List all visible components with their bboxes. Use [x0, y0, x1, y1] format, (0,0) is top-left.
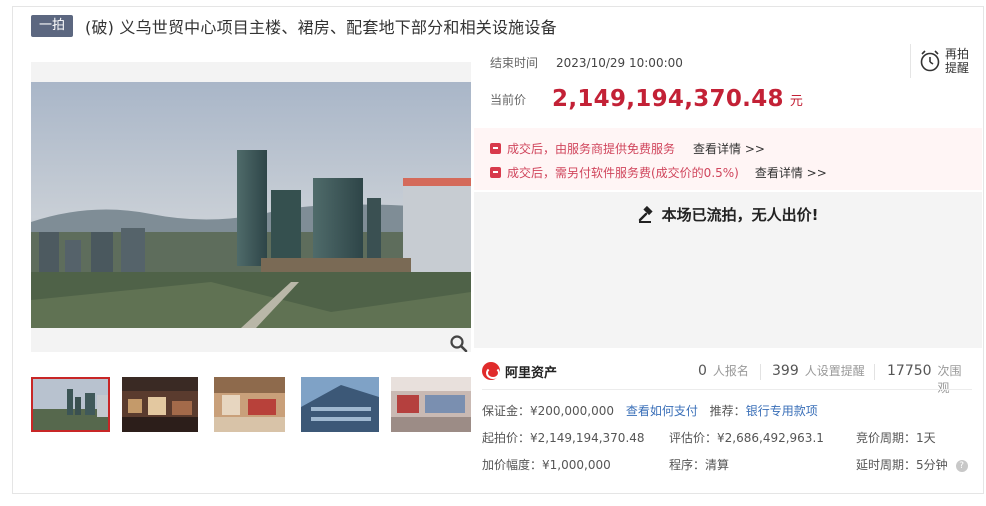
procedure-row: 程序：清算	[669, 456, 729, 473]
appraisal-value: ¥2,686,492,963.1	[717, 431, 824, 445]
delay-label: 延时周期：	[856, 458, 917, 472]
service-notice: 成交后，由服务商提供免费服务 查看详情 >> 成交后，需另付软件服务费(成交价的…	[474, 128, 982, 190]
deposit-label: 保证金：	[482, 404, 531, 418]
current-price: 2,149,194,370.48	[552, 86, 784, 112]
cycle-label: 竞价周期：	[856, 431, 917, 445]
alarm-clock-icon	[920, 50, 940, 72]
deposit-row: 保证金：¥200,000,000 查看如何支付 推荐：银行专用款项	[482, 402, 818, 419]
divider	[760, 364, 761, 380]
platform-row: 阿里资产 0 人报名 399 人设置提醒 17750 次围观	[482, 356, 972, 395]
reminder-count: 399 人设置提醒	[772, 363, 865, 379]
divider-line	[482, 389, 972, 390]
end-time-label: 结束时间	[490, 56, 539, 70]
help-icon[interactable]: ?	[955, 459, 968, 472]
view-count: 17750 次围观	[887, 363, 962, 395]
increment-value: ¥1,000,000	[542, 458, 611, 472]
notice-link-1[interactable]: 查看详情 >>	[693, 140, 765, 157]
procedure-label: 程序：	[669, 458, 706, 472]
remind-button[interactable]: 再拍提醒	[910, 44, 974, 78]
start-price-value: ¥2,149,194,370.48	[530, 431, 645, 445]
deposit-value: ¥200,000,000	[530, 404, 614, 418]
thumbnail-4[interactable]	[301, 377, 379, 432]
currency-unit: 元	[789, 93, 803, 109]
thumbnail-5[interactable]	[391, 377, 471, 432]
cycle-row: 竞价周期：1天	[856, 429, 936, 446]
end-time-value: 2023/10/29 10:00:00	[556, 55, 683, 70]
platform-name: 阿里资产	[505, 365, 558, 381]
delay-row: 延时周期：5分钟?	[856, 456, 968, 473]
price-row: 当前价 2,149,194,370.48 元	[490, 84, 803, 114]
thumbnail-strip	[31, 377, 471, 432]
cycle-value: 1天	[916, 431, 936, 445]
notice-line-1: 成交后，由服务商提供免费服务 查看详情 >>	[490, 140, 765, 157]
start-price-row: 起拍价：¥2,149,194,370.48	[482, 429, 645, 446]
status-area: 本场已流拍，无人出价!	[474, 192, 982, 348]
recommend-label: 推荐：	[709, 404, 746, 418]
end-time-row: 结束时间 2023/10/29 10:00:00	[490, 54, 683, 71]
zoom-icon[interactable]	[449, 334, 469, 352]
auction-round-badge: 一拍	[31, 15, 74, 37]
thumbnail-1[interactable]	[31, 377, 110, 432]
auction-status-text: 本场已流拍，无人出价!	[661, 206, 819, 224]
page-title: (破) 义乌世贸中心项目主楼、裙房、配套地下部分和相关设施设备	[85, 18, 557, 37]
notice-text-1: 成交后，由服务商提供免费服务	[507, 142, 676, 156]
gift-icon	[490, 167, 501, 178]
title-row: 一拍 (破) 义乌世贸中心项目主楼、裙房、配套地下部分和相关设施设备	[31, 14, 557, 38]
notice-text-2: 成交后，需另付软件服务费(成交价的0.5%)	[507, 166, 739, 180]
procedure-value: 清算	[705, 458, 730, 472]
how-to-pay-link[interactable]: 查看如何支付	[626, 404, 698, 418]
delay-value: 5分钟	[916, 458, 948, 472]
main-photo[interactable]	[31, 62, 471, 352]
increment-row: 加价幅度：¥1,000,000	[482, 456, 611, 473]
remind-label: 再拍提醒	[945, 47, 970, 75]
signup-count: 0 人报名	[698, 363, 749, 379]
price-label: 当前价	[490, 92, 527, 107]
appraisal-row: 评估价：¥2,686,492,963.1	[669, 429, 824, 446]
gift-icon	[490, 143, 501, 154]
increment-label: 加价幅度：	[482, 458, 543, 472]
divider	[874, 364, 875, 380]
start-price-label: 起拍价：	[482, 431, 531, 445]
bank-payment-link[interactable]: 银行专用款项	[746, 404, 818, 418]
ali-assets-logo-icon	[482, 362, 500, 380]
city-skyline-image	[31, 82, 471, 328]
gavel-icon	[638, 205, 653, 223]
notice-line-2: 成交后，需另付软件服务费(成交价的0.5%) 查看详情 >>	[490, 164, 827, 181]
notice-link-2[interactable]: 查看详情 >>	[755, 164, 827, 181]
thumbnail-2[interactable]	[122, 377, 198, 432]
auction-status: 本场已流拍，无人出价!	[474, 204, 982, 225]
appraisal-label: 评估价：	[669, 431, 718, 445]
thumbnail-3[interactable]	[214, 377, 285, 432]
